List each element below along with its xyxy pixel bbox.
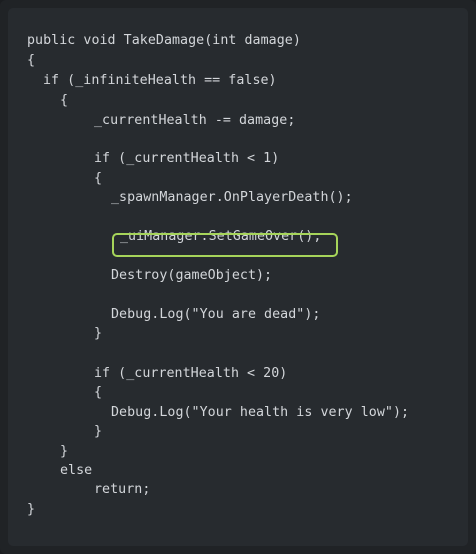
code-line-open-method-brace: {	[27, 53, 36, 68]
code-line-debug-dead: Debug.Log("You are dead");	[111, 307, 321, 322]
code-line-open-if-brace: {	[60, 93, 69, 108]
code-line-destroy: Destroy(gameObject);	[111, 268, 273, 283]
code-line-return: return;	[94, 482, 151, 497]
code-line-subtract-damage: _currentHealth -= damage;	[94, 113, 296, 128]
code-line-open-warning-brace: {	[94, 385, 103, 400]
code-line-close-warning-brace: }	[94, 424, 103, 439]
code-panel: public void TakeDamage(int damage) { if …	[8, 8, 468, 546]
code-line-if-health-low: if (_currentHealth < 1)	[94, 151, 280, 166]
code-line-close-if-brace: }	[60, 444, 69, 459]
code-line-close-death-brace: }	[94, 326, 103, 341]
code-line-else: else	[60, 463, 93, 478]
code-line-if-health-warning: if (_currentHealth < 20)	[94, 366, 288, 381]
screenshot-frame: public void TakeDamage(int damage) { if …	[0, 0, 476, 554]
code-line-player-death: _spawnManager.OnPlayerDeath();	[111, 190, 353, 205]
code-line-debug-low-health: Debug.Log("Your health is very low");	[111, 405, 410, 420]
code-line-open-death-brace: {	[94, 171, 103, 186]
code-line-close-method-brace: }	[27, 502, 36, 517]
highlighted-call-outline	[112, 233, 338, 257]
code-line-if-infinite-health: if (_infiniteHealth == false)	[43, 73, 277, 88]
code-line-method-signature: public void TakeDamage(int damage)	[27, 33, 301, 48]
